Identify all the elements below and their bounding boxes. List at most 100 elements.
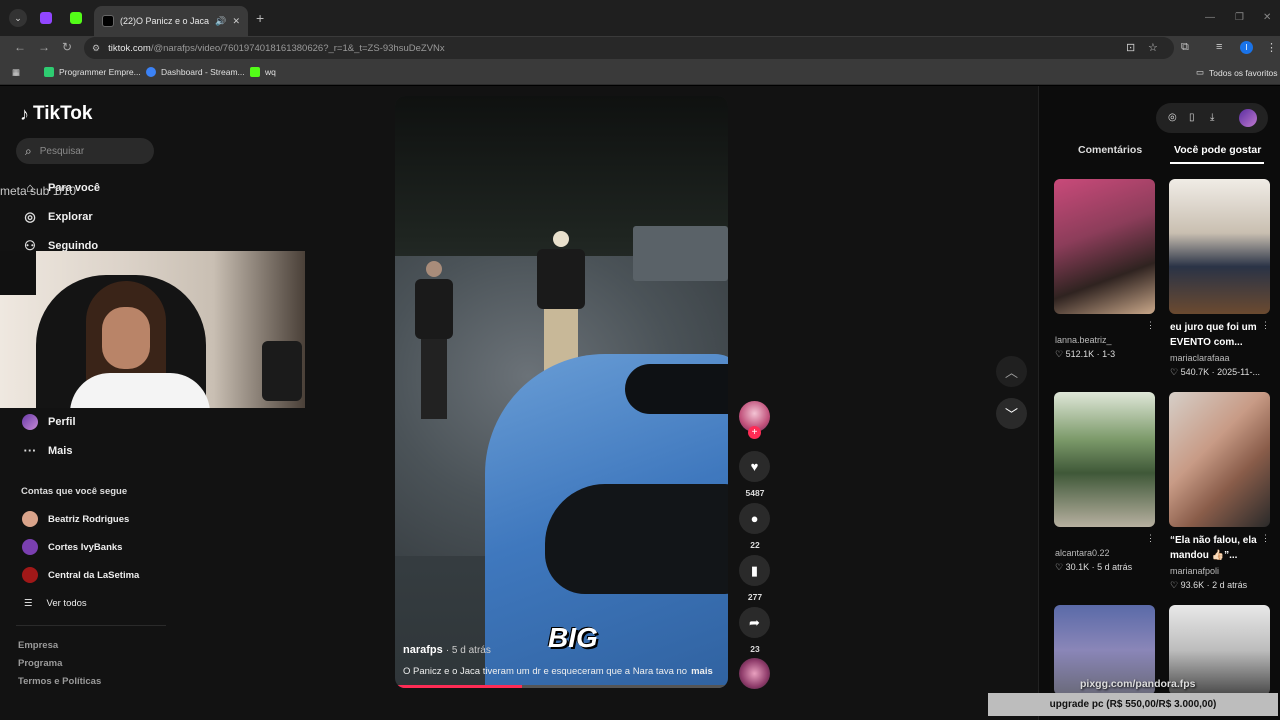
forward-icon[interactable]: → xyxy=(38,40,50,54)
next-video-button[interactable]: ﹀ xyxy=(996,398,1027,429)
site-info-icon[interactable]: ⚙ xyxy=(92,43,100,54)
explore-icon[interactable]: ◎ xyxy=(1168,112,1177,123)
menu-kebab-icon[interactable]: ⋮ xyxy=(1266,41,1277,54)
maximize-icon[interactable]: ❐ xyxy=(1235,12,1244,23)
avatar xyxy=(22,567,38,583)
bookmark-star-icon[interactable]: ☆ xyxy=(1148,41,1158,54)
bookmark-favicon-icon xyxy=(250,67,260,77)
nav-profile[interactable]: Perfil xyxy=(22,414,76,430)
card-more-icon[interactable]: ⋮ xyxy=(1146,533,1155,544)
see-all-button[interactable]: ☰ Ver todos xyxy=(24,598,87,609)
video-player[interactable]: BIG narafps · 5 d atrás O Panicz e o Jac… xyxy=(395,96,728,688)
profile-avatar[interactable]: I xyxy=(1240,41,1253,54)
bookmark-icon: ▮ xyxy=(750,562,759,578)
footer-link-company[interactable]: Empresa xyxy=(18,640,58,651)
nav-explore[interactable]: ◎ Explorar xyxy=(22,209,92,225)
card-username[interactable]: marianafpoli xyxy=(1170,566,1219,576)
character-left xyxy=(415,261,453,431)
phone-icon[interactable]: ▯ xyxy=(1189,112,1195,123)
nav-more[interactable]: ··· Mais xyxy=(22,443,73,458)
share-count: 23 xyxy=(750,644,760,654)
card-username[interactable]: mariaclarafaaa xyxy=(1170,353,1230,363)
browser-toolbar: ← → ↻ ⚙ tiktok.com/@narafps/video/760197… xyxy=(0,36,1280,60)
close-window-icon[interactable]: ✕ xyxy=(1263,12,1271,23)
card-username[interactable]: lanna.beatriz_ xyxy=(1055,335,1112,345)
search-box[interactable]: ⌕ xyxy=(16,138,154,164)
card-stats: ♡ 30.1K · 5 d atrás xyxy=(1055,562,1133,572)
apps-grid-icon[interactable]: ▦ xyxy=(12,67,20,78)
extensions-icon[interactable]: ⧉ xyxy=(1181,41,1189,54)
video-caption: O Panicz e o Jaca tiveram um dr e esquec… xyxy=(403,666,713,677)
search-input[interactable] xyxy=(39,145,140,157)
avatar xyxy=(22,414,38,430)
video-author[interactable]: narafps · 5 d atrás xyxy=(403,644,491,656)
avatar xyxy=(22,539,38,555)
install-app-icon[interactable]: ⊡ xyxy=(1126,41,1135,54)
music-disc[interactable] xyxy=(739,658,770,689)
card-more-icon[interactable]: ⋮ xyxy=(1146,320,1155,331)
card-title: “Ela não falou, ela mandou 👍🏻”... xyxy=(1170,535,1257,561)
stream-watermark: pixgg.com/pandora.fps xyxy=(1080,678,1196,690)
card-stats: ♡ 93.6K · 2 d atrás xyxy=(1170,580,1248,590)
follow-plus-icon[interactable]: + xyxy=(748,426,761,439)
bookmark-favicon-icon xyxy=(146,67,156,77)
back-icon[interactable]: ← xyxy=(14,40,26,54)
donation-goal-bar: upgrade pc (R$ 550,00/R$ 3.000,00) xyxy=(988,693,1278,716)
share-icon: ➦ xyxy=(749,614,760,630)
chevron-down-icon: ﹀ xyxy=(1004,407,1018,422)
like-button[interactable]: ♥ xyxy=(739,451,770,482)
chevron-up-icon: ︿ xyxy=(1004,365,1018,380)
avatar xyxy=(22,511,38,527)
pinned-tab-twitch[interactable] xyxy=(40,12,52,24)
like-count: 5487 xyxy=(745,488,765,498)
tab-search-button[interactable]: ⌄ xyxy=(9,9,27,27)
address-bar[interactable]: ⚙ tiktok.com/@narafps/video/760197401816… xyxy=(84,37,1174,59)
previous-video-button[interactable]: ︿ xyxy=(996,356,1027,387)
card-stats: ♡ 512.1K · 1-3 xyxy=(1055,349,1116,359)
video-progress-bar[interactable] xyxy=(395,685,728,688)
tab-title: (22)O Panicz e o Jaca tiveram xyxy=(120,16,210,26)
footer-link-terms[interactable]: Termos e Políticas xyxy=(18,676,101,687)
card-username[interactable]: alcantara0.22 xyxy=(1055,548,1110,558)
bookmark-item[interactable]: Dashboard - Stream... xyxy=(146,67,245,77)
suggested-video-thumbnail[interactable] xyxy=(1169,392,1270,527)
folder-icon: ▭ xyxy=(1196,67,1205,77)
active-tab[interactable]: (22)O Panicz e o Jaca tiveram 🔊 ✕ xyxy=(94,6,248,36)
new-tab-button[interactable]: + xyxy=(256,10,264,26)
caption-more-button[interactable]: mais xyxy=(691,666,713,677)
following-account[interactable]: Cortes IvyBanks xyxy=(22,539,122,555)
suggested-video-thumbnail[interactable] xyxy=(1054,179,1155,314)
list-icon: ☰ xyxy=(24,598,33,609)
divider xyxy=(16,625,166,626)
close-tab-icon[interactable]: ✕ xyxy=(232,16,240,27)
bookmarks-bar: ▦ Programmer Empre... Dashboard - Stream… xyxy=(0,60,1280,85)
active-tab-indicator xyxy=(1170,162,1264,164)
big-sticker: BIG xyxy=(548,622,598,653)
webcam-overlay xyxy=(0,251,305,408)
footer-link-program[interactable]: Programa xyxy=(18,658,62,669)
more-icon: ··· xyxy=(23,443,37,458)
following-account[interactable]: Central da LaSetima xyxy=(22,567,139,583)
minimize-icon[interactable]: — xyxy=(1205,12,1215,23)
following-account[interactable]: Beatriz Rodrigues xyxy=(22,511,129,527)
save-button[interactable]: ▮ xyxy=(739,555,770,586)
pinned-tab-kick[interactable] xyxy=(70,12,82,24)
reload-icon[interactable]: ↻ xyxy=(62,40,72,54)
suggested-video-thumbnail[interactable] xyxy=(1054,392,1155,527)
bookmark-item[interactable]: Programmer Empre... xyxy=(44,67,141,77)
share-button[interactable]: ➦ xyxy=(739,607,770,638)
tiktok-logo[interactable]: ♪ TikTok xyxy=(20,103,92,125)
media-control-icon[interactable]: ≡ xyxy=(1216,41,1222,53)
download-icon[interactable]: ⤓ xyxy=(1210,112,1214,123)
url-text: tiktok.com/@narafps/video/76019740181613… xyxy=(108,42,445,54)
user-avatar[interactable] xyxy=(1239,109,1257,127)
tab-comments[interactable]: Comentários xyxy=(1078,144,1142,156)
card-stats: ♡ 540.7K · 2025-11-... xyxy=(1170,367,1260,377)
suggested-video-thumbnail[interactable] xyxy=(1169,179,1270,314)
tab-suggested[interactable]: Você pode gostar xyxy=(1174,144,1261,156)
comment-icon: ● xyxy=(750,511,759,526)
speaker-icon[interactable]: 🔊 xyxy=(215,16,226,27)
bookmark-item[interactable]: wq xyxy=(250,67,276,77)
comment-button[interactable]: ● xyxy=(739,503,770,534)
bookmarks-folder[interactable]: ▭ Todos os favoritos xyxy=(1196,67,1278,78)
